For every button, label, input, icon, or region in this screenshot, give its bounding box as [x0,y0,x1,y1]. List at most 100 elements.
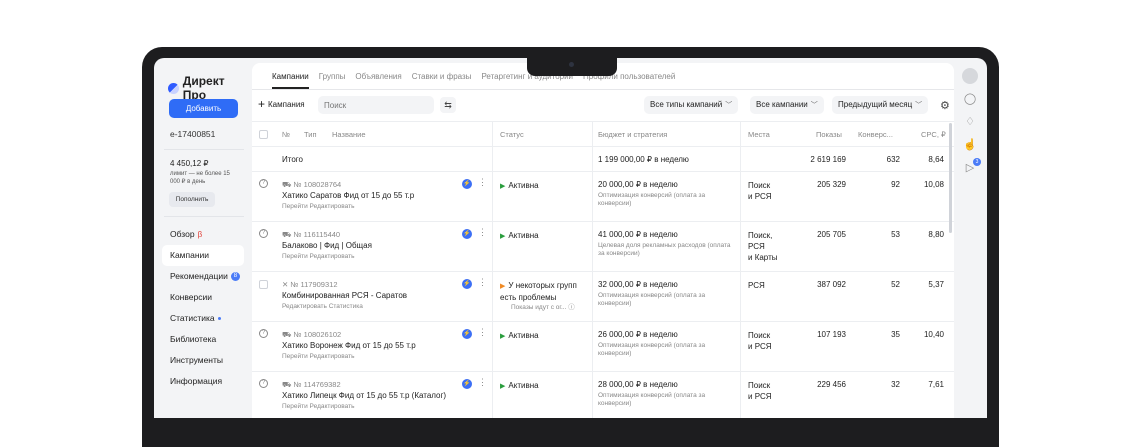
total-shows: 2 619 169 [810,155,846,164]
more-icon[interactable]: ⋮ [478,327,487,338]
campaign-places: Поиск и РСЯ [748,381,772,401]
campaign-budget: 41 000,00 ₽ в неделю [598,230,678,239]
col-number[interactable]: № [282,130,290,139]
campaign-number: ⛟ № 108028764 [282,180,342,189]
more-icon[interactable]: ⋮ [478,277,487,288]
col-budget[interactable]: Бюджет и стратегия [598,130,667,139]
more-icon[interactable]: ⋮ [478,377,487,388]
campaign-links[interactable]: Перейти Редактировать [282,353,354,360]
cart-icon: ⛟ [282,330,294,339]
lightning-icon[interactable]: ⚡ [462,279,472,289]
chevron-down-icon: ﹀ [810,102,818,109]
col-name[interactable]: Название [332,130,366,139]
tab-ads[interactable]: Объявления [355,72,401,89]
help-icon[interactable]: ? [259,379,268,388]
campaign-links[interactable]: Перейти Редактировать [282,403,354,410]
campaign-cpc: 10,40 [923,330,944,339]
lightning-icon[interactable]: ⚡ [462,229,472,239]
sidebar-item-statistics[interactable]: Статистика [162,308,244,329]
sidebar: Директ Про Добавить e-17400851 4 450,12 … [154,58,250,418]
new-dot-icon [217,317,221,320]
col-places[interactable]: Места [748,130,770,139]
row-checkbox[interactable] [259,280,268,289]
chevron-down-icon: ﹀ [725,102,733,109]
table-scrollbar[interactable] [949,123,952,233]
status-play-icon: ▶ [500,233,506,240]
col-cpc[interactable]: CPC, ₽ [921,130,946,139]
campaign-cpc: 10,08 [923,180,944,189]
add-button[interactable]: Добавить [169,99,238,118]
campaign-links[interactable]: Перейти Редактировать [282,203,354,210]
logo-text: Директ Про [182,74,225,102]
add-campaign-button[interactable]: + Кампания [258,98,305,110]
gear-icon[interactable]: ⚙ [940,99,950,112]
divider [164,149,244,150]
lightning-icon[interactable]: ⚡ [462,179,472,189]
status-play-icon: ▶ [500,383,506,390]
status-play-icon: ▶ [500,333,506,340]
status-detail[interactable]: Показы идут с ог... ⓘ [511,304,575,312]
sidebar-item-library[interactable]: Библиотека [162,329,244,350]
total-cpc: 8,64 [928,155,944,164]
campaign-cpc: 7,61 [928,380,944,389]
sidebar-item-recommendations[interactable]: Рекомендации 8 [162,266,244,287]
campaign-links[interactable]: Перейти Редактировать [282,253,354,260]
campaign-conversions: 53 [891,230,900,239]
campaign-links[interactable]: Редактировать Статистика [282,303,363,310]
cart-icon: ⛟ [282,230,294,239]
tab-campaigns[interactable]: Кампании [272,72,309,89]
help-icon[interactable]: ? [259,179,268,188]
campaign-name[interactable]: Балаково | Фид | Общая [282,241,372,250]
notification-badge: 3 [973,158,981,166]
sidebar-item-conversions[interactable]: Конверсии [162,287,244,308]
period-dropdown[interactable]: Предыдущий месяц ﹀ [832,96,929,114]
avatar[interactable] [962,68,978,84]
tab-bar: Кампании Группы Объявления Ставки и фраз… [272,72,675,89]
help-icon[interactable]: ? [259,229,268,238]
more-icon[interactable]: ⋮ [478,227,487,238]
total-conversions: 632 [886,155,900,164]
table-row[interactable]: ? ⛟ № 114769382 Хатико Липецк Фид от 15 до… [252,372,954,418]
account-login[interactable]: e-17400851 [170,129,215,139]
thumbs-up-icon[interactable]: ☝ [963,138,977,152]
campaign-strategy: Оптимизация конверсий (оплата за конверс… [598,342,706,357]
filter-settings-icon[interactable]: ⇆ [440,97,456,113]
tab-bids[interactable]: Ставки и фразы [412,72,472,89]
col-conversions[interactable]: Конверс... [858,130,893,139]
help-icon[interactable]: ? [259,329,268,338]
table-row[interactable]: ? ⛟ № 108028764 Хатико Саратов Фид от 15 д… [252,172,954,222]
table-row[interactable]: ? ⛟ № 108026102 Хатико Воронеж Фид от 15 д… [252,322,954,372]
col-shows[interactable]: Показы [816,130,842,139]
sidebar-item-tools[interactable]: Инструменты [162,350,244,371]
campaign-name[interactable]: Хатико Воронеж Фид от 15 до 55 т.р [282,341,416,350]
campaign-filter-dropdown[interactable]: Все кампании ﹀ [750,96,824,114]
select-all-checkbox[interactable] [259,130,268,139]
campaign-shows: 107 193 [817,330,846,339]
campaign-name[interactable]: Хатико Липецк Фид от 15 до 55 т.р (Катал… [282,391,446,400]
bell-icon[interactable]: ♢ [963,115,977,129]
campaign-strategy: Целевая доля рекламных расходов (оплата … [598,242,731,257]
sidebar-item-overview[interactable]: Обзор β [162,224,244,245]
search-input[interactable] [318,96,434,114]
campaign-conversions: 32 [891,380,900,389]
topup-button[interactable]: Пополнить [169,192,215,207]
lightning-icon[interactable]: ⚡ [462,379,472,389]
table-row[interactable]: ✕ № 117909312 Комбинированная РСЯ - Сарат… [252,272,954,322]
daily-limit-text: лимит — не более 15 000 ₽ в день [170,171,230,185]
table-row[interactable]: ? ⛟ № 116115440 Балаково | Фид | Общая Пере… [252,222,954,272]
sidebar-item-info[interactable]: Информация [162,371,244,392]
more-icon[interactable]: ⋮ [478,177,487,188]
camera-lens [569,62,574,67]
campaign-name[interactable]: Комбинированная РСЯ - Саратов [282,291,407,300]
sidebar-item-campaigns[interactable]: Кампании [162,245,244,266]
tab-groups[interactable]: Группы [319,72,346,89]
info-icon: ⓘ [568,304,575,311]
campaign-places: Поиск, РСЯ и Карты [748,231,778,262]
campaign-name[interactable]: Хатико Саратов Фид от 15 до 55 т.р [282,191,414,200]
col-type[interactable]: Тип [304,130,317,139]
app-logo[interactable]: Директ Про [168,74,250,102]
col-status[interactable]: Статус [500,130,524,139]
lightning-icon[interactable]: ⚡ [462,329,472,339]
chat-icon[interactable]: ◯ [963,92,977,106]
campaign-type-dropdown[interactable]: Все типы кампаний ﹀ [644,96,739,114]
